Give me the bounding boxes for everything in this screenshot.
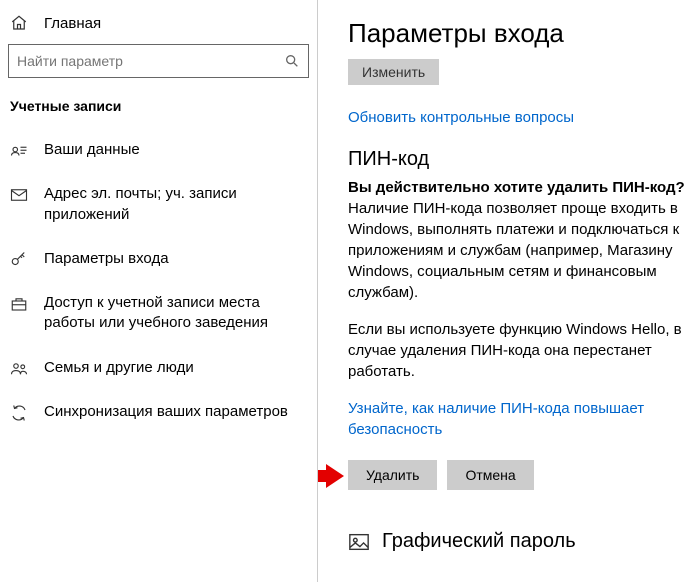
mail-icon xyxy=(10,186,28,204)
person-card-icon xyxy=(10,142,28,160)
pin-description-1: Наличие ПИН-кода позволяет проще входить… xyxy=(348,198,686,303)
sidebar-item-label: Синхронизация ваших параметров xyxy=(44,402,288,422)
sidebar-item-family[interactable]: Семья и другие люди xyxy=(0,346,317,390)
briefcase-icon xyxy=(10,295,28,313)
change-button[interactable]: Изменить xyxy=(348,59,439,85)
pin-description-2: Если вы используете функцию Windows Hell… xyxy=(348,319,686,382)
learn-more-link[interactable]: Узнайте, как наличие ПИН-кода повышает б… xyxy=(348,398,686,440)
sidebar-item-label: Ваши данные xyxy=(44,140,140,160)
key-icon xyxy=(10,251,28,269)
sync-icon xyxy=(10,404,28,422)
sidebar-item-label: Параметры входа xyxy=(44,249,169,269)
sidebar-item-label: Семья и другие люди xyxy=(44,358,194,378)
picture-icon xyxy=(348,531,370,553)
home-button[interactable]: Главная xyxy=(0,8,317,44)
delete-button[interactable]: Удалить xyxy=(348,460,437,490)
sidebar-item-signin-options[interactable]: Параметры входа xyxy=(0,237,317,281)
picture-password-heading: Графический пароль xyxy=(382,530,576,553)
red-arrow-icon xyxy=(318,464,344,488)
sidebar-item-your-info[interactable]: Ваши данные xyxy=(0,128,317,172)
update-questions-link[interactable]: Обновить контрольные вопросы xyxy=(348,107,686,128)
page-title: Параметры входа xyxy=(348,18,686,49)
pin-section-heading: ПИН-код xyxy=(348,148,686,171)
home-icon xyxy=(10,14,28,32)
sidebar-item-label: Адрес эл. почты; уч. записи приложений xyxy=(44,184,307,225)
search-input[interactable] xyxy=(17,53,284,69)
confirm-question: Вы действительно хотите удалить ПИН-код? xyxy=(348,179,686,196)
cancel-button[interactable]: Отмена xyxy=(447,460,533,490)
section-title: Учетные записи xyxy=(0,92,317,128)
sidebar-item-sync[interactable]: Синхронизация ваших параметров xyxy=(0,390,317,434)
home-label: Главная xyxy=(44,15,101,32)
sidebar-item-email-accounts[interactable]: Адрес эл. почты; уч. записи приложений xyxy=(0,172,317,237)
people-icon xyxy=(10,360,28,378)
sidebar-item-work-access[interactable]: Доступ к учетной записи места работы или… xyxy=(0,281,317,346)
search-icon xyxy=(284,53,300,69)
sidebar-item-label: Доступ к учетной записи места работы или… xyxy=(44,293,307,334)
search-box[interactable] xyxy=(8,44,309,78)
